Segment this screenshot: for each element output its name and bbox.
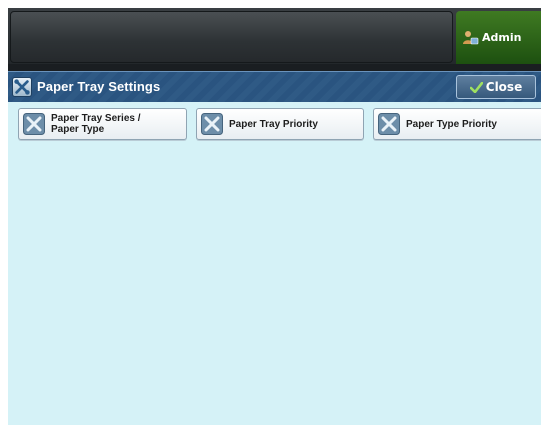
device-screen: Admin Paper Tray Settings Close Paper Tr… [8, 8, 541, 425]
user-key-icon [463, 31, 479, 45]
close-button[interactable]: Close [456, 75, 536, 99]
page-title: Paper Tray Settings [37, 79, 161, 94]
title-bar: Paper Tray Settings Close [8, 71, 541, 102]
close-label: Close [485, 80, 523, 94]
admin-label: Admin [482, 31, 522, 44]
paper-tray-priority-button[interactable]: Paper Tray Priority [196, 108, 364, 140]
paper-type-priority-button[interactable]: Paper Type Priority [373, 108, 541, 140]
tools-icon [23, 113, 45, 135]
tools-icon [201, 113, 223, 135]
top-bar: Admin [8, 8, 541, 64]
option-label: Paper Type Priority [406, 118, 497, 130]
settings-panel: Paper Tray Series / Paper Type Paper Tra… [8, 102, 541, 425]
tools-icon [378, 113, 400, 135]
check-icon [469, 81, 483, 93]
message-area [10, 11, 453, 63]
option-label: Paper Tray Series / Paper Type [51, 113, 141, 135]
admin-login-button[interactable]: Admin [456, 11, 541, 64]
tools-icon [12, 77, 32, 97]
option-label: Paper Tray Priority [229, 118, 318, 130]
paper-tray-series-button[interactable]: Paper Tray Series / Paper Type [18, 108, 187, 140]
